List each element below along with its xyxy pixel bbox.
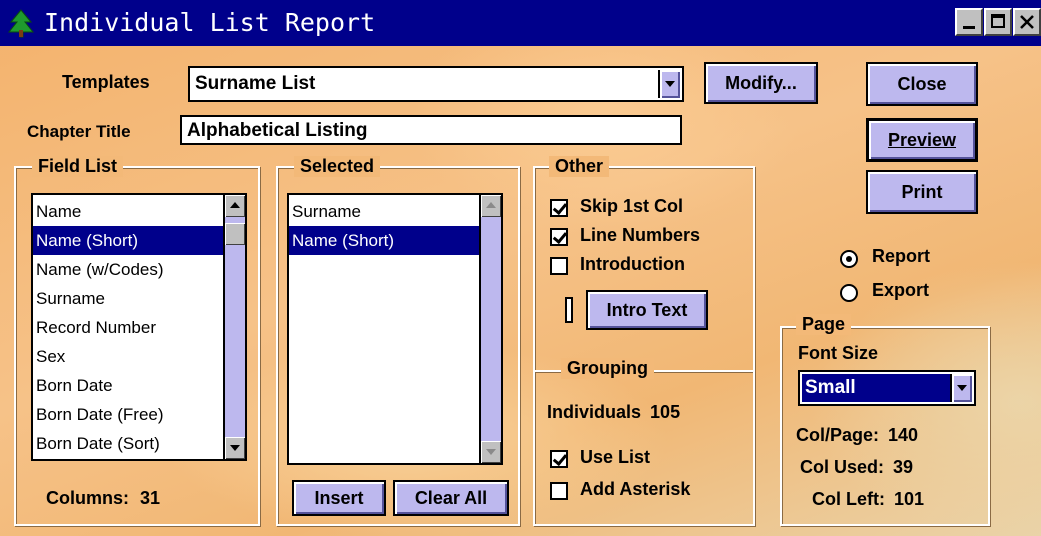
list-item[interactable]: Record Number (33, 313, 223, 342)
export-radio[interactable]: Export (840, 280, 990, 306)
list-item[interactable]: Sex (33, 342, 223, 371)
report-radio-dot[interactable] (840, 250, 858, 268)
selected-items: Surname Name (Short) (289, 197, 479, 255)
skip-first-col-label: Skip 1st Col (580, 196, 684, 216)
chevron-down-icon[interactable] (658, 70, 680, 98)
line-numbers-check[interactable] (550, 228, 568, 246)
skip-first-col-checkbox[interactable]: Skip 1st Col (550, 196, 750, 222)
intro-indicator (565, 297, 573, 323)
introduction-check[interactable] (550, 257, 568, 275)
close-window-button[interactable] (1013, 8, 1041, 36)
list-item[interactable]: Name (Short) (33, 226, 223, 255)
use-list-checkbox[interactable]: Use List (550, 447, 750, 473)
modify-button[interactable]: Modify... (704, 62, 818, 104)
add-asterisk-label: Add Asterisk (580, 479, 691, 499)
list-item[interactable]: Surname (289, 197, 479, 226)
col-page-info: Col/Page: 140 (796, 425, 918, 446)
scroll-thumb[interactable] (225, 223, 245, 245)
columns-count: Columns: 31 (46, 488, 160, 509)
field-list-items: Name Name (Short) Name (w/Codes) Surname Rec… (33, 197, 223, 458)
line-numbers-checkbox[interactable]: Line Numbers (550, 225, 750, 251)
columns-label: Columns: (46, 488, 129, 508)
skip-first-col-check[interactable] (550, 199, 568, 217)
font-size-dropdown[interactable]: Small (798, 370, 976, 406)
add-asterisk-checkbox[interactable]: Add Asterisk (550, 479, 750, 505)
export-label: Export (872, 280, 930, 300)
col-used-info: Col Used: 39 (800, 457, 913, 478)
minimize-icon (963, 26, 975, 29)
individuals-count: Individuals 105 (547, 402, 680, 423)
col-page-value: 140 (888, 425, 919, 445)
report-label: Report (872, 246, 930, 266)
selected-title: Selected (294, 156, 381, 177)
individual-list-report-window: Individual List Report Templates Surname… (0, 0, 1041, 536)
col-page-label: Col/Page: (796, 425, 880, 445)
clear-all-button[interactable]: Clear All (393, 480, 509, 516)
individuals-label: Individuals (547, 402, 642, 422)
scroll-up-arrow-icon[interactable] (481, 195, 501, 217)
field-list-listbox[interactable]: Name Name (Short) Name (w/Codes) Surname Rec… (31, 193, 247, 461)
list-item[interactable]: Name (w/Codes) (33, 255, 223, 284)
title-bar[interactable]: Individual List Report (0, 0, 1041, 46)
use-list-label: Use List (580, 447, 651, 467)
tree-app-icon (7, 9, 35, 38)
col-used-value: 39 (893, 457, 914, 477)
templates-label: Templates (62, 72, 150, 92)
list-item[interactable]: Born Date (Sort) (33, 429, 223, 458)
chapter-title-value: Alphabetical Listing (187, 120, 368, 141)
list-item[interactable]: Surname (33, 284, 223, 313)
list-item[interactable]: Born Date (33, 371, 223, 400)
templates-dropdown[interactable]: Surname List (188, 66, 684, 102)
introduction-label: Introduction (580, 254, 685, 274)
columns-value: 31 (140, 488, 161, 508)
scroll-down-arrow-icon[interactable] (225, 437, 245, 459)
col-left-value: 101 (894, 489, 925, 509)
close-button[interactable]: Close (866, 62, 978, 106)
chapter-title-label: Chapter Title (27, 122, 131, 141)
use-list-check[interactable] (550, 450, 568, 468)
introduction-checkbox[interactable]: Introduction (550, 254, 750, 280)
scroll-up-arrow-icon[interactable] (225, 195, 245, 217)
list-item[interactable]: Name (33, 197, 223, 226)
selected-listbox[interactable]: Surname Name (Short) (287, 193, 503, 465)
field-list-scrollbar[interactable] (223, 195, 245, 459)
chevron-down-icon[interactable] (950, 374, 972, 402)
field-list-title: Field List (32, 156, 124, 177)
chapter-title-input[interactable]: Alphabetical Listing (180, 115, 682, 145)
line-numbers-label: Line Numbers (580, 225, 701, 245)
report-radio[interactable]: Report (840, 246, 990, 272)
intro-text-button[interactable]: Intro Text (586, 290, 708, 330)
add-asterisk-check[interactable] (550, 482, 568, 500)
close-icon (1020, 15, 1034, 29)
print-button[interactable]: Print (866, 170, 978, 214)
grouping-title: Grouping (561, 358, 654, 379)
preview-button[interactable]: Preview (866, 118, 978, 162)
page-title: Page (796, 314, 852, 335)
col-left-label: Col Left: (812, 489, 885, 509)
list-item[interactable]: Born Date (Free) (33, 400, 223, 429)
templates-value: Surname List (195, 73, 316, 94)
insert-button[interactable]: Insert (292, 480, 386, 516)
font-size-label: Font Size (798, 343, 878, 363)
col-used-label: Col Used: (800, 457, 885, 477)
maximize-button[interactable] (984, 8, 1012, 36)
list-item[interactable]: Name (Short) (289, 226, 479, 255)
window-title: Individual List Report (44, 8, 376, 37)
minimize-button[interactable] (955, 8, 983, 36)
font-size-value: Small (802, 374, 953, 402)
individuals-value: 105 (650, 402, 681, 422)
col-left-info: Col Left: 101 (812, 489, 924, 510)
selected-scrollbar[interactable] (479, 195, 501, 463)
other-title: Other (549, 156, 610, 177)
scroll-down-arrow-icon[interactable] (481, 441, 501, 463)
export-radio-dot[interactable] (840, 284, 858, 302)
maximize-icon (991, 14, 1005, 28)
